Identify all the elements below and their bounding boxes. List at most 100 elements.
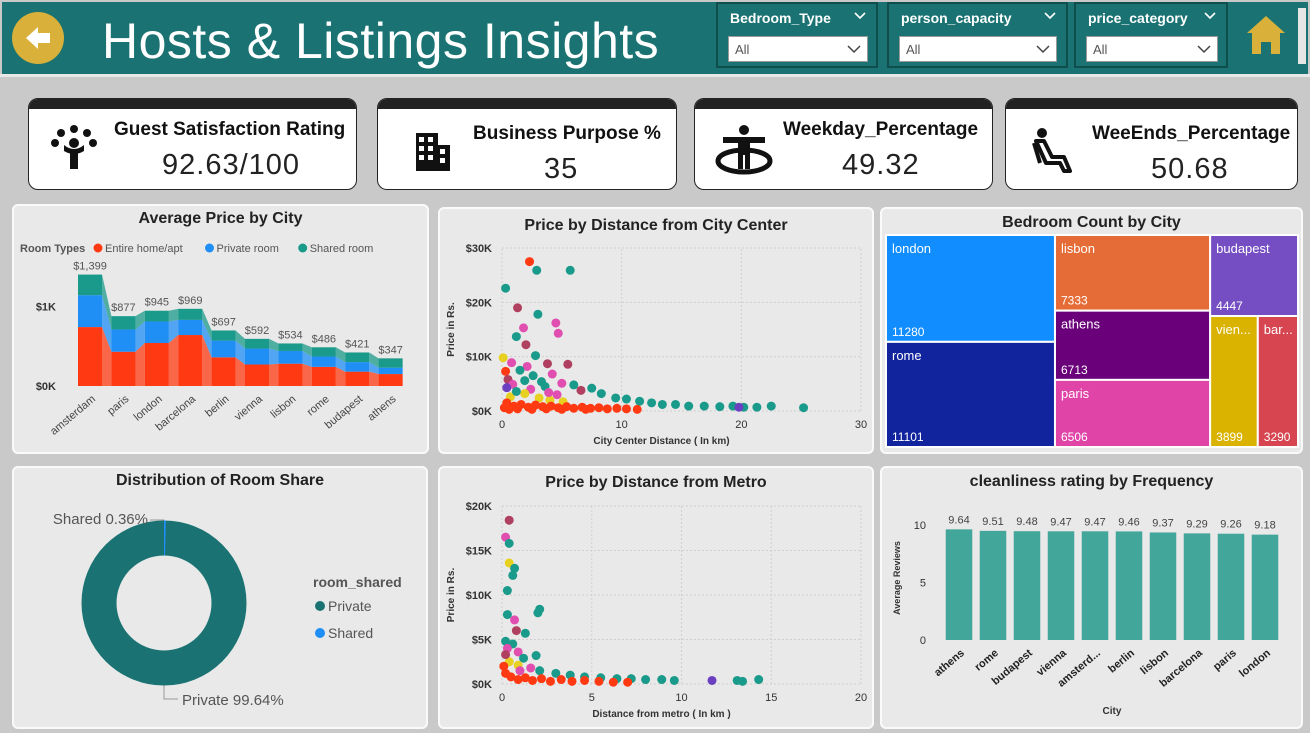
data-point bbox=[519, 653, 529, 663]
data-point bbox=[754, 675, 764, 685]
slicer-dropdown[interactable]: All bbox=[899, 36, 1057, 62]
slicer-price-category[interactable]: price_category All bbox=[1074, 2, 1228, 68]
panel-room-share[interactable]: Distribution of Room Share Shared 0.36% P… bbox=[12, 466, 428, 729]
panel-bedroom-count[interactable]: Bedroom Count by City london 11280 rome 111… bbox=[880, 207, 1303, 454]
area-segment bbox=[211, 357, 236, 386]
data-point bbox=[527, 404, 537, 414]
treemap-chart[interactable]: london 11280 rome 11101 lisbon 7333 athens 6713… bbox=[882, 209, 1301, 452]
x-tick-label: 10 bbox=[616, 419, 628, 431]
data-point bbox=[715, 402, 725, 412]
data-point bbox=[799, 403, 809, 413]
legend-title: Room Types bbox=[20, 243, 85, 255]
data-point bbox=[511, 332, 521, 342]
y-tick-label: $20K bbox=[466, 501, 492, 513]
data-point bbox=[545, 676, 555, 686]
y-tick-label: $0K bbox=[472, 406, 492, 418]
y-tick-label: $0K bbox=[472, 679, 492, 691]
data-point bbox=[611, 393, 621, 403]
slicer-value: All bbox=[735, 42, 750, 57]
data-label: Private 99.64% bbox=[182, 692, 284, 709]
y-tick-label: 0 bbox=[920, 635, 926, 647]
data-point bbox=[519, 323, 529, 333]
area-segment bbox=[311, 366, 336, 386]
kpi-title: Guest Satisfaction Rating bbox=[114, 119, 346, 140]
x-tick-label: rome bbox=[305, 393, 332, 418]
donut-chart[interactable]: Shared 0.36% Private 99.64% room_shared Pri… bbox=[14, 468, 426, 727]
data-point bbox=[515, 666, 525, 676]
scatter-chart[interactable]: $0K $5K $10K $15K $20K 0 5 10 15 20 Distance from … bbox=[440, 468, 872, 727]
panel-distance-metro[interactable]: Price by Distance from Metro $0K $5K $10K $… bbox=[438, 466, 874, 729]
legend-marker bbox=[93, 243, 103, 253]
slicer-label: person_capacity bbox=[901, 10, 1012, 26]
slicer-dropdown[interactable]: All bbox=[1086, 36, 1218, 62]
data-point bbox=[547, 369, 557, 379]
treemap-value: 7333 bbox=[1061, 294, 1088, 308]
x-axis-label: Distance from metro ( In km ) bbox=[592, 709, 730, 720]
area-segment bbox=[178, 308, 203, 320]
slicer-bedroom-type[interactable]: Bedroom_Type All bbox=[716, 2, 878, 68]
data-point bbox=[501, 650, 511, 660]
y-tick-label: $30K bbox=[466, 243, 492, 255]
data-point bbox=[734, 402, 744, 412]
bar-chart[interactable]: 0510 9.64athens9.51rome9.48budapest9.47vi… bbox=[882, 468, 1301, 727]
treemap-label: paris bbox=[1061, 386, 1090, 401]
area-segment bbox=[311, 347, 336, 357]
data-label: 9.37 bbox=[1152, 517, 1173, 529]
chevron-down-icon[interactable] bbox=[854, 10, 866, 22]
scatter-chart[interactable]: $0K $10K $20K $30K 0 10 20 30 City Center Distan… bbox=[440, 209, 872, 452]
slicer-value: All bbox=[906, 42, 921, 57]
x-tick-label: berlin bbox=[1106, 647, 1137, 676]
x-tick-label: lisbon bbox=[269, 393, 299, 421]
bar bbox=[1251, 534, 1279, 640]
data-label: 9.29 bbox=[1186, 518, 1207, 530]
chevron-down-icon bbox=[1197, 45, 1211, 54]
chevron-down-icon[interactable] bbox=[1044, 10, 1056, 22]
scrollbar[interactable] bbox=[1298, 8, 1306, 64]
area-segment bbox=[178, 319, 203, 336]
area-segment bbox=[78, 327, 103, 386]
data-point bbox=[520, 376, 530, 386]
chevron-down-icon bbox=[847, 45, 861, 54]
panel-distance-center[interactable]: Price by Distance from City Center $0K $1… bbox=[438, 207, 874, 454]
chevron-down-icon[interactable] bbox=[1204, 10, 1216, 22]
data-label: 9.51 bbox=[982, 516, 1003, 528]
slicer-dropdown[interactable]: All bbox=[728, 36, 868, 62]
data-point bbox=[553, 328, 563, 338]
y-tick-label: $10K bbox=[466, 352, 492, 364]
panel-average-price[interactable]: Average Price by City Room Types Entire h… bbox=[12, 204, 429, 454]
kpi-value: 92.63/100 bbox=[162, 149, 301, 181]
data-point bbox=[608, 677, 618, 687]
data-point bbox=[587, 383, 597, 393]
home-button[interactable] bbox=[1244, 12, 1288, 58]
area-chart[interactable]: Room Types Entire home/apt Private room Sha… bbox=[14, 206, 427, 452]
area-segment bbox=[278, 350, 303, 364]
data-point bbox=[520, 628, 530, 638]
data-point bbox=[507, 358, 517, 368]
legend-label: Private room bbox=[217, 243, 279, 255]
bar bbox=[979, 530, 1007, 640]
data-point bbox=[657, 675, 667, 685]
y-axis-label: Price in Rs. bbox=[446, 568, 457, 623]
data-point bbox=[531, 651, 541, 661]
area-ribbon bbox=[168, 335, 179, 386]
bar bbox=[1217, 533, 1245, 640]
bar bbox=[1183, 533, 1211, 640]
x-tick-label: 0 bbox=[499, 692, 505, 704]
data-label: 9.46 bbox=[1118, 516, 1139, 528]
treemap-value: 11101 bbox=[892, 430, 924, 444]
panel-cleanliness[interactable]: cleanliness rating by Frequency 0 5 10 9.64… bbox=[880, 466, 1303, 729]
y-tick-label: 10 bbox=[914, 520, 926, 532]
slicer-person-capacity[interactable]: person_capacity All bbox=[887, 2, 1068, 68]
back-button[interactable] bbox=[12, 12, 64, 64]
area-segment bbox=[245, 338, 270, 349]
data-point bbox=[565, 265, 575, 275]
data-point bbox=[567, 676, 577, 686]
data-label: 9.64 bbox=[948, 514, 969, 526]
data-point bbox=[657, 399, 667, 409]
x-tick-label: athens bbox=[932, 647, 967, 679]
data-point bbox=[569, 380, 579, 390]
area-segment bbox=[278, 343, 303, 351]
data-point bbox=[513, 303, 523, 313]
data-point bbox=[504, 538, 514, 548]
y-tick-label: $0K bbox=[36, 381, 56, 393]
